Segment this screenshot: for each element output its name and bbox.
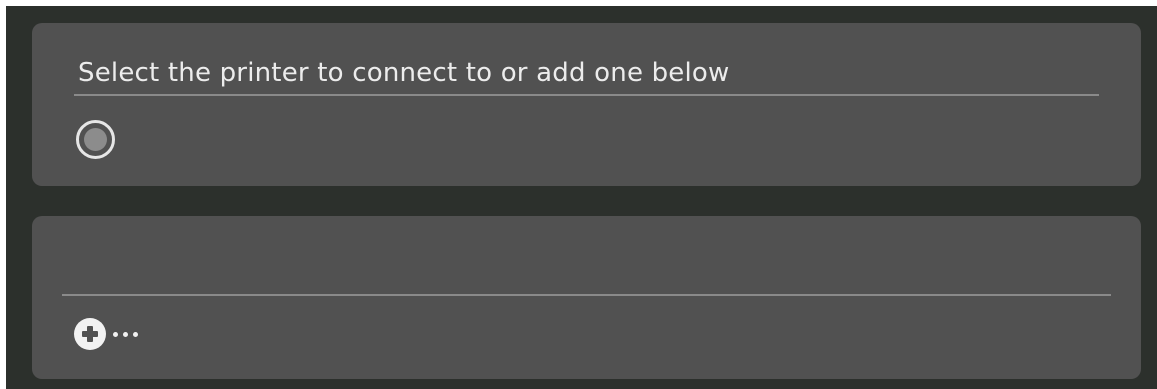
ellipsis-icon	[113, 331, 138, 337]
connect-printer-window: Select the printer to connect to or add …	[6, 6, 1157, 389]
printer-selection-card: Select the printer to connect to or add …	[32, 23, 1141, 186]
divider	[62, 294, 1111, 296]
printer-radio-button[interactable]	[76, 120, 115, 159]
plus-circle-icon	[74, 318, 106, 350]
printer-selection-prompt: Select the printer to connect to or add …	[78, 58, 730, 88]
divider	[74, 94, 1099, 96]
add-printer-card	[32, 216, 1141, 379]
add-printer-button[interactable]	[74, 316, 138, 352]
